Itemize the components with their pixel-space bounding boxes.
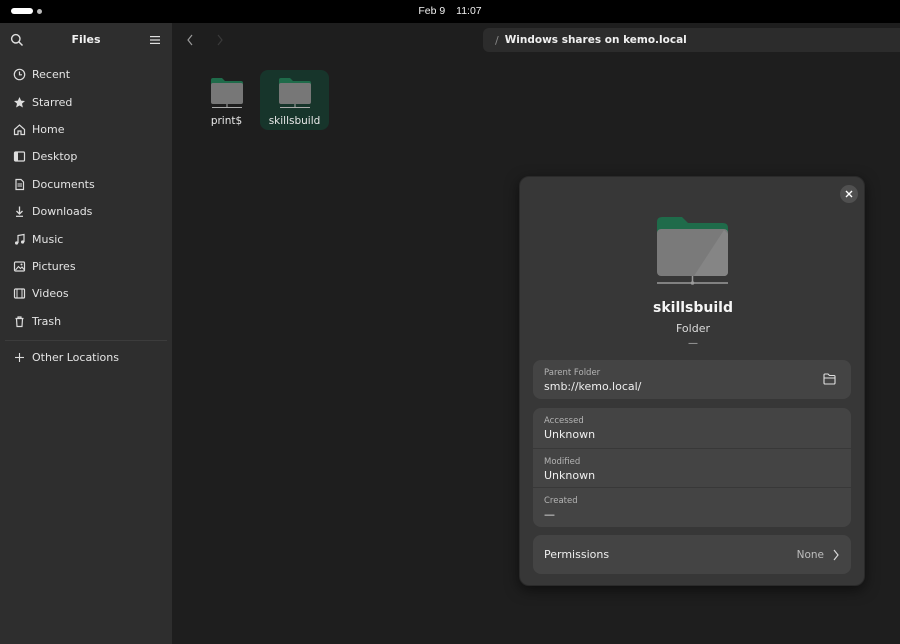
sidebar-item-label: Recent (32, 68, 71, 82)
sidebar-item-videos[interactable]: Videos (0, 280, 172, 307)
file-item-print[interactable]: print$ (192, 70, 261, 130)
picture-icon (13, 261, 26, 272)
open-folder-icon[interactable] (823, 373, 836, 385)
sidebar-places: Recent Starred Home Desktop Documents Do… (0, 57, 172, 371)
sidebar-header: Files (0, 23, 172, 57)
network-folder-icon (278, 78, 311, 108)
properties-dialog: skillsbuild Folder — Parent Folder smb:/… (519, 176, 865, 586)
network-folder-icon (657, 217, 728, 285)
clock-icon (13, 68, 26, 81)
modified-label: Modified (544, 456, 581, 467)
sidebar-item-label: Pictures (32, 259, 76, 273)
clock-time: 11:07 (456, 5, 482, 17)
parent-folder-value: smb://kemo.local/ (544, 380, 642, 393)
timestamps-card: Accessed Unknown Modified Unknown Create… (533, 408, 851, 527)
modified-value: Unknown (544, 468, 596, 482)
home-icon (13, 124, 26, 136)
network-folder-icon (210, 78, 243, 108)
sidebar-item-home[interactable]: Home (0, 116, 172, 143)
sidebar-item-documents[interactable]: Documents (0, 171, 172, 198)
document-icon (15, 178, 25, 190)
sidebar-item-label: Desktop (32, 150, 78, 164)
close-button[interactable] (840, 185, 858, 203)
sidebar-item-starred[interactable]: Starred (0, 88, 172, 115)
star-icon (14, 96, 25, 108)
sidebar-item-label: Downloads (32, 205, 93, 219)
sidebar-item-label: Trash (32, 314, 62, 328)
sidebar-item-music[interactable]: Music (0, 225, 172, 252)
path-separator: / (495, 33, 499, 47)
sidebar-item-label: Videos (32, 287, 69, 301)
close-icon (845, 190, 853, 198)
created-value: — (544, 508, 555, 521)
chevron-right-icon (833, 549, 839, 560)
music-icon (15, 233, 25, 245)
parent-folder-card: Parent Folder smb://kemo.local/ (533, 360, 851, 399)
permissions-value: None (796, 548, 824, 561)
item-size: — (688, 338, 698, 349)
clock[interactable]: Feb 9 11:07 (0, 5, 900, 17)
desktop-icon (13, 151, 26, 162)
hamburger-menu-icon[interactable] (149, 34, 161, 46)
video-icon (13, 288, 26, 299)
parent-folder-row: Parent Folder smb://kemo.local/ (533, 360, 851, 399)
sidebar-item-label: Starred (32, 95, 73, 109)
item-type: Folder (676, 322, 710, 335)
file-name: skillsbuild (268, 115, 321, 127)
sidebar-item-label: Other Locations (32, 351, 119, 365)
created-label: Created (544, 496, 578, 506)
sidebar-item-downloads[interactable]: Downloads (0, 198, 172, 225)
item-name: skillsbuild (653, 300, 733, 316)
top-bar: Feb 9 11:07 (0, 0, 900, 23)
trash-icon (15, 316, 24, 327)
accessed-value: Unknown (544, 428, 596, 441)
back-arrow-icon[interactable] (184, 33, 196, 47)
sidebar-item-label: Home (32, 122, 65, 136)
download-icon (16, 206, 23, 218)
created-row: Created — (533, 487, 851, 527)
sidebar-item-label: Music (32, 232, 64, 246)
sidebar-item-recent[interactable]: Recent (0, 61, 172, 88)
sidebar-item-desktop[interactable]: Desktop (0, 143, 172, 170)
accessed-label: Accessed (544, 416, 584, 426)
sidebar-item-other-locations[interactable]: Other Locations (0, 344, 172, 371)
file-item-skillsbuild[interactable]: skillsbuild (260, 70, 329, 130)
breadcrumb-current[interactable]: Windows shares on kemo.local (505, 34, 687, 46)
sidebar: Files Recent Starred Home Desktop Docume… (0, 23, 172, 644)
sidebar-divider (5, 339, 167, 341)
permissions-label: Permissions (544, 548, 610, 561)
path-bar[interactable]: / Windows shares on kemo.local (483, 28, 900, 52)
sidebar-item-label: Documents (32, 177, 95, 191)
modified-row: Modified Unknown (533, 447, 851, 488)
clock-date: Feb 9 (418, 5, 446, 17)
plus-icon (15, 353, 24, 363)
app-title: Files (71, 33, 101, 46)
file-name: print$ (210, 115, 243, 127)
parent-folder-label: Parent Folder (544, 368, 601, 378)
sidebar-item-trash[interactable]: Trash (0, 308, 172, 335)
sidebar-item-pictures[interactable]: Pictures (0, 253, 172, 280)
permissions-card[interactable]: Permissions None (533, 535, 851, 574)
accessed-row: Accessed Unknown (533, 408, 851, 448)
forward-arrow-icon[interactable] (214, 33, 226, 47)
permissions-row[interactable]: Permissions None (533, 535, 851, 574)
